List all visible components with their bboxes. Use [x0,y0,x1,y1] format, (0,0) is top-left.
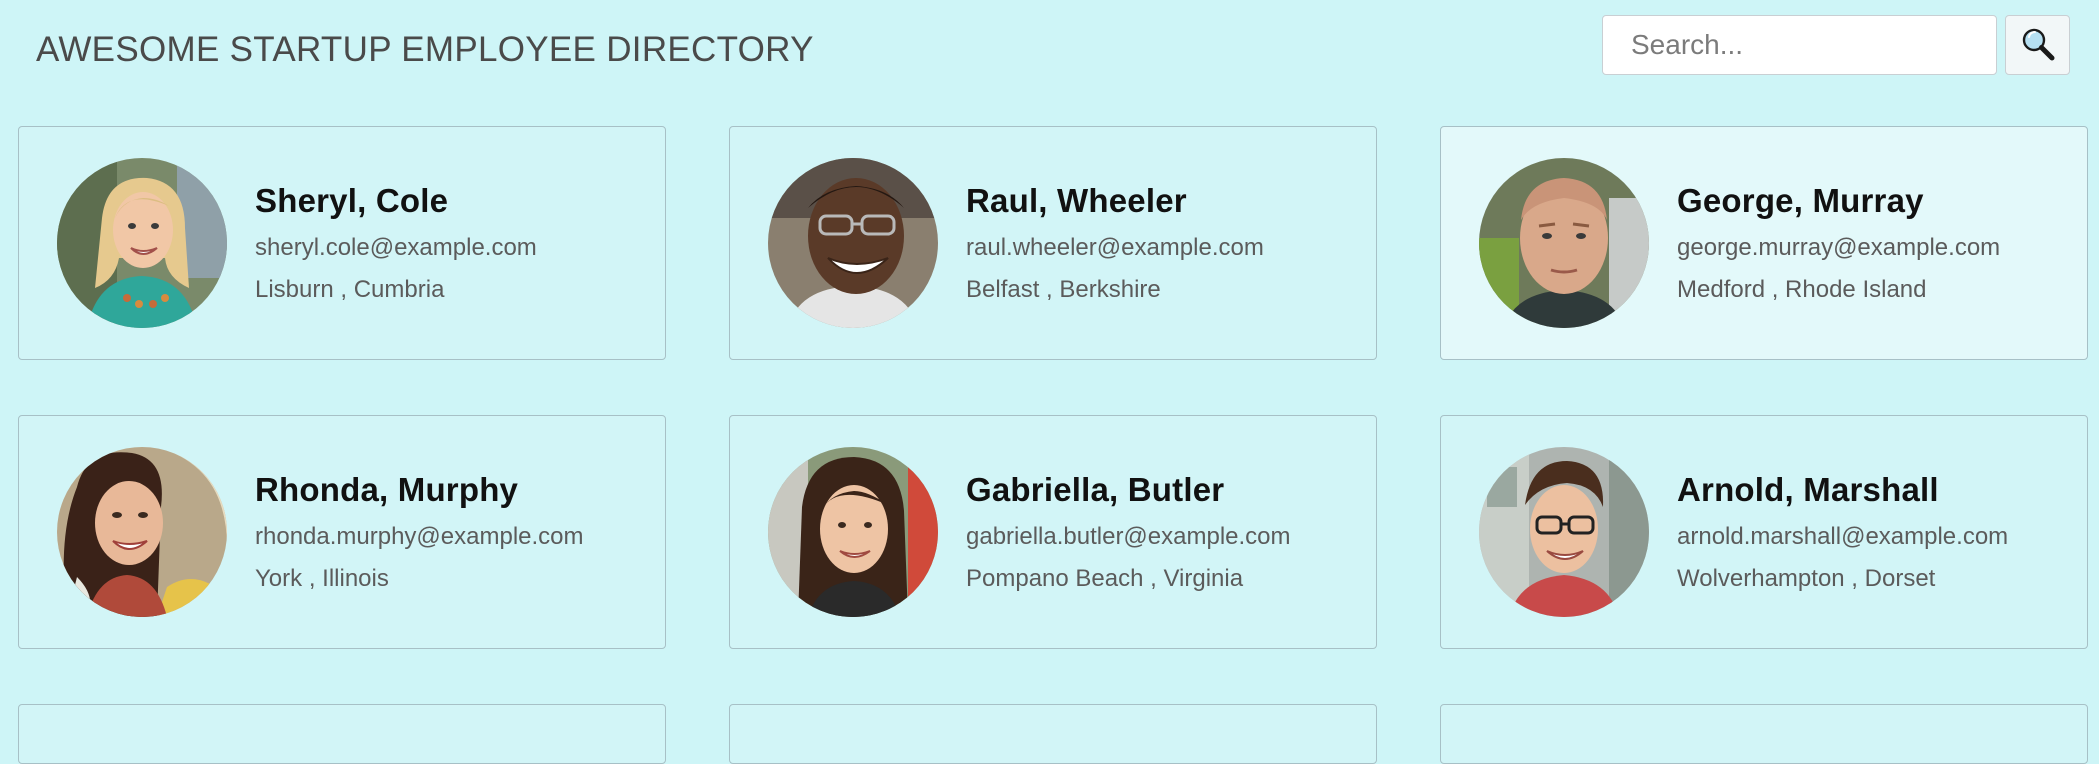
employee-card[interactable]: Raul, Wheeler raul.wheeler@example.com B… [729,126,1377,360]
employee-card[interactable] [729,704,1377,764]
avatar [1479,447,1649,617]
search-form [1602,15,2070,75]
card-info: Gabriella, Butler gabriella.butler@examp… [966,471,1291,593]
employee-location: Belfast , Berkshire [966,276,1161,303]
employee-email: raul.wheeler@example.com [966,234,1264,261]
employee-card[interactable]: Rhonda, Murphy rhonda.murphy@example.com… [18,415,666,649]
employee-gallery: Sheryl, Cole sheryl.cole@example.com Lis… [18,126,2088,764]
employee-card[interactable]: Gabriella, Butler gabriella.butler@examp… [729,415,1377,649]
card-info: Arnold, Marshall arnold.marshall@example… [1677,471,2008,593]
search-icon [2021,27,2055,64]
employee-name: Gabriella, Butler [966,471,1225,508]
employee-name: Raul, Wheeler [966,182,1187,219]
card-info: Sheryl, Cole sheryl.cole@example.com Lis… [255,182,537,304]
employee-email: arnold.marshall@example.com [1677,523,2009,550]
employee-email: george.murray@example.com [1677,234,2001,261]
employee-location: Pompano Beach , Virginia [966,565,1244,592]
employee-location: Medford , Rhode Island [1677,276,1927,303]
avatar [57,447,227,617]
employee-name: Rhonda, Murphy [255,471,519,508]
employee-name: Arnold, Marshall [1677,471,1939,508]
search-button[interactable] [2005,15,2070,75]
employee-email: rhonda.murphy@example.com [255,523,584,550]
employee-location: Lisburn , Cumbria [255,276,445,303]
employee-card[interactable]: Arnold, Marshall arnold.marshall@example… [1440,415,2088,649]
employee-email: sheryl.cole@example.com [255,234,537,261]
employee-location: Wolverhampton , Dorset [1677,565,1936,592]
employee-location: York , Illinois [255,565,389,592]
employee-card[interactable] [1440,704,2088,764]
card-info: Raul, Wheeler raul.wheeler@example.com B… [966,182,1264,304]
employee-card[interactable]: George, Murray george.murray@example.com… [1440,126,2088,360]
employee-card[interactable] [18,704,666,764]
card-info: George, Murray george.murray@example.com… [1677,182,2000,304]
employee-card[interactable]: Sheryl, Cole sheryl.cole@example.com Lis… [18,126,666,360]
employee-name: George, Murray [1677,182,1924,219]
avatar [768,447,938,617]
card-info: Rhonda, Murphy rhonda.murphy@example.com… [255,471,584,593]
avatar [768,158,938,328]
avatar [57,158,227,328]
page-title: AWESOME STARTUP EMPLOYEE DIRECTORY [36,30,814,69]
avatar [1479,158,1649,328]
employee-email: gabriella.butler@example.com [966,523,1291,550]
employee-name: Sheryl, Cole [255,182,449,219]
search-input[interactable] [1602,15,1997,75]
